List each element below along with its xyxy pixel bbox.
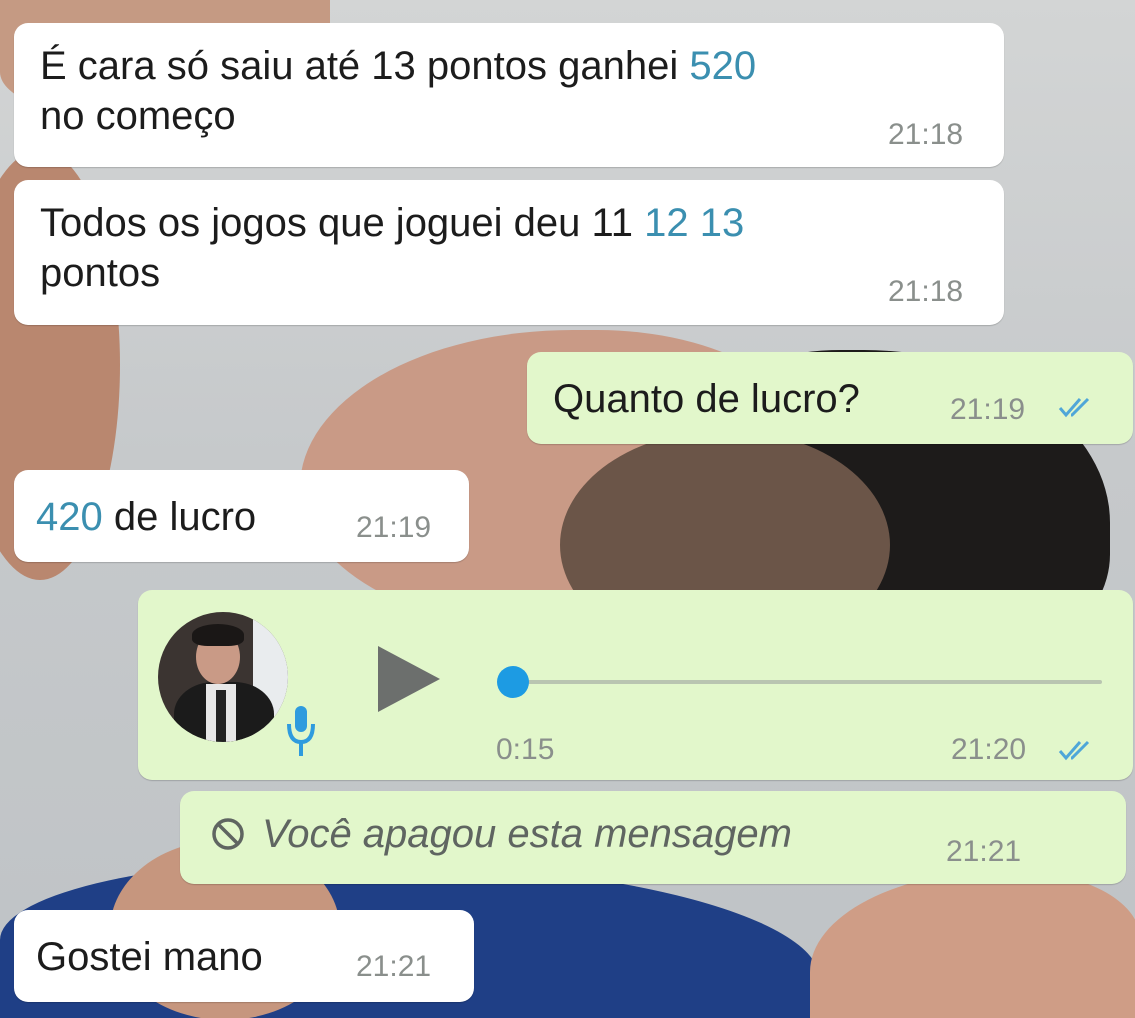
message-text-line: no começo bbox=[40, 94, 236, 138]
message-text: Gostei mano bbox=[36, 935, 263, 979]
incoming-message[interactable]: É cara só saiu até 13 pontos ganhei 520 … bbox=[14, 23, 1004, 167]
microphone-icon bbox=[287, 706, 315, 756]
message-timestamp: 21:19 bbox=[950, 393, 1026, 426]
play-icon[interactable] bbox=[378, 646, 440, 712]
message-timestamp: 21:20 bbox=[951, 733, 1027, 766]
double-check-icon bbox=[1058, 397, 1090, 418]
deleted-message-text: Você apagou esta mensagem bbox=[262, 812, 792, 856]
message-text: Todos os jogos que joguei deu 11 12 13 p… bbox=[40, 198, 744, 298]
message-text: 420 de lucro bbox=[36, 492, 256, 542]
message-number-link[interactable]: 12 13 bbox=[644, 201, 744, 245]
voice-progress-handle[interactable] bbox=[497, 666, 529, 698]
voice-progress-track[interactable] bbox=[512, 680, 1102, 684]
ban-icon bbox=[212, 818, 244, 850]
incoming-message[interactable]: Todos os jogos que joguei deu 11 12 13 p… bbox=[14, 180, 1004, 325]
sender-avatar[interactable] bbox=[158, 612, 288, 742]
chat-thread: É cara só saiu até 13 pontos ganhei 520 … bbox=[0, 0, 1135, 1018]
message-text-line: pontos bbox=[40, 251, 161, 295]
message-text: É cara só saiu até 13 pontos ganhei 520 … bbox=[40, 41, 756, 141]
message-number-link[interactable]: 420 bbox=[36, 495, 103, 539]
message-timestamp: 21:19 bbox=[356, 511, 432, 544]
voice-duration: 0:15 bbox=[496, 733, 555, 766]
message-text-line: É cara só saiu até 13 pontos ganhei bbox=[40, 44, 690, 88]
message-text-line: Todos os jogos que joguei deu 11 bbox=[40, 201, 645, 245]
message-text-line: de lucro bbox=[102, 495, 257, 539]
message-timestamp: 21:18 bbox=[888, 275, 964, 308]
message-text: Quanto de lucro? bbox=[553, 377, 860, 421]
outgoing-message[interactable]: Quanto de lucro? bbox=[527, 352, 1133, 444]
message-number-link[interactable]: 520 bbox=[689, 44, 756, 88]
double-check-icon bbox=[1058, 740, 1090, 761]
message-timestamp: 21:21 bbox=[356, 950, 432, 983]
message-timestamp: 21:21 bbox=[946, 835, 1022, 868]
message-timestamp: 21:18 bbox=[888, 118, 964, 151]
